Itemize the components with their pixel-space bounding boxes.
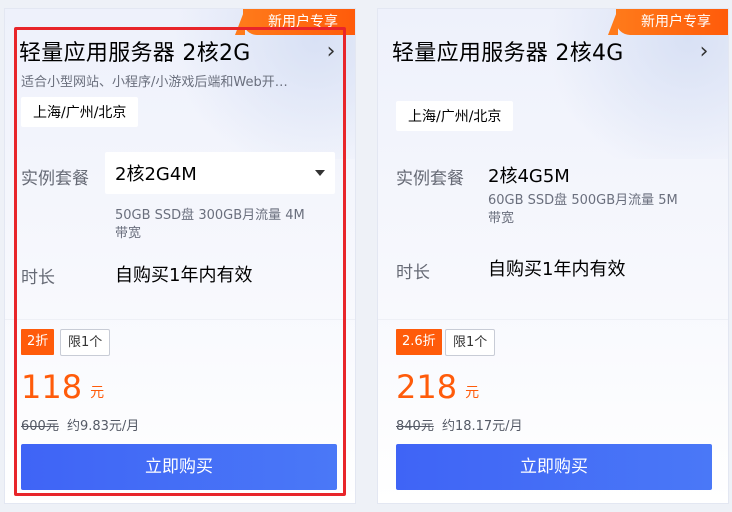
price: 118 元 bbox=[21, 369, 104, 405]
region-tag: 上海/广州/北京 bbox=[21, 97, 139, 127]
original-price: 600元 bbox=[21, 419, 59, 434]
limit-badge: 限1个 bbox=[60, 329, 111, 356]
card-title: 轻量应用服务器 2核4G bbox=[392, 41, 624, 66]
product-card-2c4g: 新用户专享 轻量应用服务器 2核4G › 上海/广州/北京 实例套餐 2核4G5… bbox=[377, 8, 729, 504]
duration-value: 自购买1年内有效 bbox=[488, 259, 626, 280]
new-user-badge: 新用户专享 bbox=[608, 9, 728, 35]
plan-value: 2核4G5M bbox=[488, 166, 570, 187]
plan-spec: 60GB SSD盘 500GB月流量 5M 带宽 bbox=[488, 193, 678, 226]
duration-value: 自购买1年内有效 bbox=[115, 265, 253, 286]
plan-label: 实例套餐 bbox=[21, 169, 89, 189]
monthly-price: 约9.83元/月 bbox=[66, 419, 140, 434]
divider bbox=[378, 319, 728, 320]
chevron-right-icon[interactable]: › bbox=[694, 39, 714, 64]
price-value: 118 bbox=[21, 368, 83, 406]
plan-label: 实例套餐 bbox=[396, 169, 464, 189]
buy-now-button[interactable]: 立即购买 bbox=[396, 444, 712, 490]
new-user-badge: 新用户专享 bbox=[235, 9, 355, 35]
region-tag: 上海/广州/北京 bbox=[396, 101, 514, 131]
duration-label: 时长 bbox=[21, 268, 55, 288]
chevron-right-icon[interactable]: › bbox=[321, 39, 341, 64]
duration-label: 时长 bbox=[396, 263, 430, 283]
monthly-price: 约18.17元/月 bbox=[441, 419, 523, 434]
original-price: 840元 bbox=[396, 419, 434, 434]
buy-now-button[interactable]: 立即购买 bbox=[21, 444, 337, 490]
card-title: 轻量应用服务器 2核2G bbox=[19, 41, 251, 66]
original-price-row: 840元 约18.17元/月 bbox=[396, 415, 523, 434]
price-unit: 元 bbox=[90, 385, 105, 401]
price: 218 元 bbox=[396, 369, 479, 405]
card-title-row[interactable]: 轻量应用服务器 2核4G › bbox=[392, 35, 714, 67]
plan-select-value: 2核2G4M bbox=[115, 164, 197, 185]
price-value: 218 bbox=[396, 368, 458, 406]
card-description: 适合小型网站、小程序/小游戏后端和Web开… bbox=[21, 75, 288, 90]
plan-spec: 50GB SSD盘 300GB月流量 4M 带宽 bbox=[115, 208, 305, 241]
plan-select[interactable]: 2核2G4M bbox=[105, 152, 335, 194]
card-title-row[interactable]: 轻量应用服务器 2核2G › bbox=[19, 35, 341, 67]
limit-badge: 限1个 bbox=[445, 329, 496, 356]
divider bbox=[5, 319, 355, 320]
original-price-row: 600元 约9.83元/月 bbox=[21, 415, 139, 434]
discount-badge: 2折 bbox=[21, 329, 55, 355]
discount-badge: 2.6折 bbox=[396, 329, 442, 355]
price-unit: 元 bbox=[465, 385, 480, 401]
caret-down-icon bbox=[315, 170, 325, 176]
product-card-2c2g: 新用户专享 轻量应用服务器 2核2G › 适合小型网站、小程序/小游戏后端和We… bbox=[4, 8, 356, 504]
